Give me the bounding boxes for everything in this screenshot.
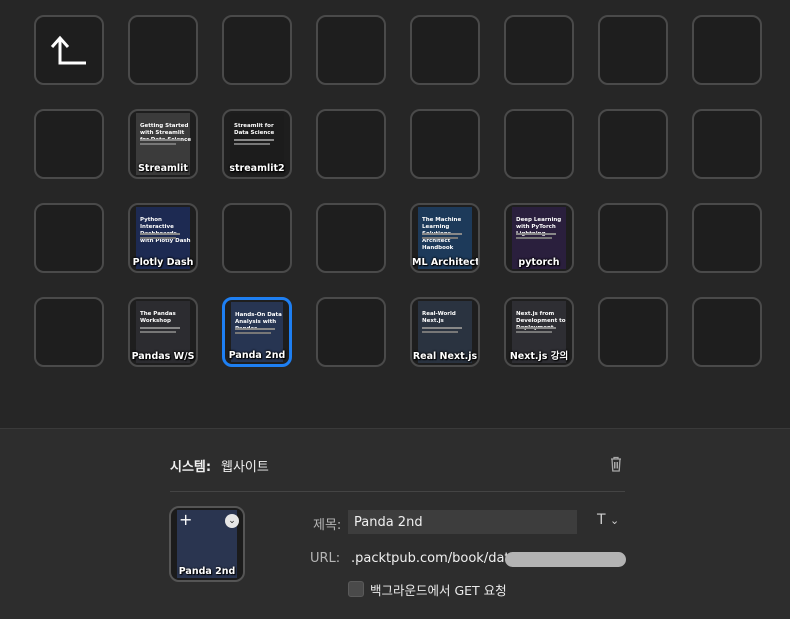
book-key[interactable]: Getting Started with Streamlit for Data … [128,109,198,179]
empty-key[interactable] [692,297,762,367]
cover-decoration [516,327,556,329]
system-value: 웹사이트 [221,460,269,475]
empty-key[interactable] [34,297,104,367]
key-label: ML Architect [412,257,480,268]
url-redacted [505,552,626,567]
key-label: Next.js 강의 [509,351,569,362]
cover-decoration [422,327,462,329]
empty-key[interactable] [128,15,198,85]
book-key[interactable]: Next.js from Development to DeploymentNe… [504,297,574,367]
cover-decoration [235,332,271,334]
key-label: Real Next.js [412,351,478,362]
cover-decoration [140,139,180,141]
cover-decoration [516,233,556,235]
book-cover-title: Real-World Next.js [422,311,456,324]
empty-key[interactable] [598,297,668,367]
key-grid: Getting Started with Streamlit for Data … [0,0,790,428]
cover-decoration [140,233,180,235]
empty-key[interactable] [410,15,480,85]
empty-key[interactable] [598,109,668,179]
empty-key[interactable] [692,15,762,85]
url-input[interactable]: .packtpub.com/book/data/ [351,551,522,566]
cover-decoration [422,331,458,333]
book-key[interactable]: The Pandas Workshop Pandas W/S [128,297,198,367]
title-input[interactable] [348,510,577,534]
key-label: Plotly Dash [132,257,194,268]
cover-decoration [140,331,176,333]
book-cover-title: The Pandas Workshop [140,311,176,324]
title-field-label: 제목: [313,518,342,533]
book-key[interactable]: Python Interactive Dashboards with Plotl… [128,203,198,273]
cover-decoration [235,328,275,330]
empty-key[interactable] [34,109,104,179]
key-label: Streamlit [138,163,188,174]
empty-key[interactable] [410,109,480,179]
background-get-label: 백그라운드에서 GET 요청 [370,583,507,598]
empty-key[interactable] [504,109,574,179]
empty-key[interactable] [316,109,386,179]
plus-icon[interactable]: + [179,512,192,528]
background-get-checkbox[interactable] [348,581,364,597]
cover-decoration [516,331,552,333]
cover-decoration [422,237,458,239]
back-key[interactable] [34,15,104,85]
preview-label: Panda 2nd [178,566,236,577]
empty-key[interactable] [598,15,668,85]
cover-decoration [140,327,180,329]
empty-key[interactable] [34,203,104,273]
cover-decoration [234,139,274,141]
empty-key[interactable] [692,109,762,179]
key-label: Pandas W/S [131,351,195,362]
panel-separator [170,491,625,492]
empty-key[interactable] [504,15,574,85]
book-key[interactable]: Deep Learning with PyTorch Lightningpyto… [504,203,574,273]
key-label: pytorch [518,257,560,268]
cover-decoration [234,143,270,145]
book-key[interactable]: The Machine Learning Solutions Architect… [410,203,480,273]
empty-key[interactable] [316,203,386,273]
system-label: 시스템: [170,460,212,475]
empty-key[interactable] [316,297,386,367]
empty-key[interactable] [598,203,668,273]
key-label: streamlit2 [229,163,285,174]
key-label: Panda 2nd [228,350,286,361]
book-cover-title: Streamlit for Data Science [234,123,275,136]
back-arrow-icon [50,35,86,65]
cover-decoration [140,143,176,145]
cover-decoration [140,237,176,239]
book-cover-title: Python Interactive Dashboards with Plotl… [140,217,191,244]
empty-key[interactable] [692,203,762,273]
trash-icon[interactable] [607,455,625,473]
book-key[interactable]: Real-World Next.js Real Next.js [410,297,480,367]
text-format-icon[interactable]: T ⌄ [597,512,619,528]
url-field-label: URL: [310,551,341,566]
empty-key[interactable] [316,15,386,85]
book-key[interactable]: Streamlit for Data Science streamlit2 [222,109,292,179]
font-toggle-label: T [597,512,606,528]
book-key[interactable]: Hands-On Data Analysis with PandasPanda … [222,297,292,367]
cover-decoration [516,237,552,239]
empty-key[interactable] [222,15,292,85]
empty-key[interactable] [222,203,292,273]
key-preview[interactable]: + ⌄ Panda 2nd [169,506,245,582]
cover-decoration [422,233,462,235]
chevron-down-icon[interactable]: ⌄ [225,514,239,528]
